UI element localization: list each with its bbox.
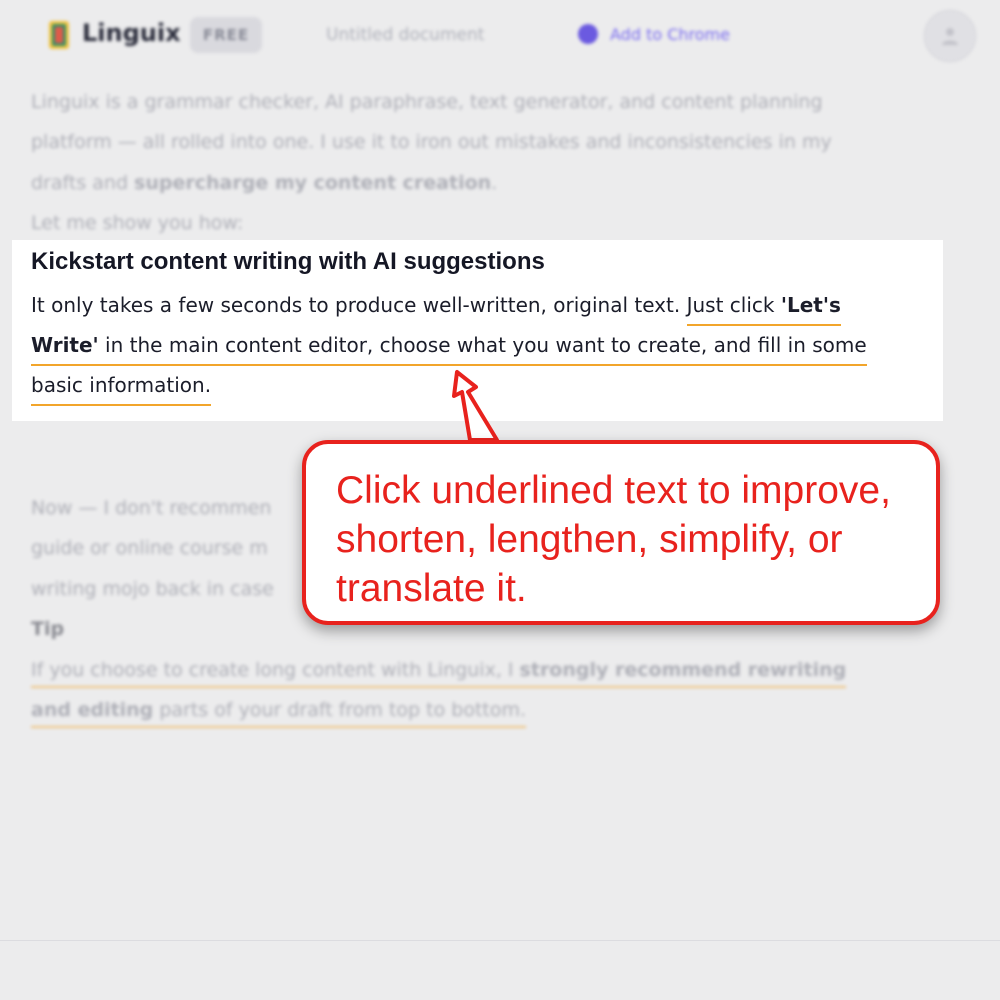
intro-text: drafts and — [31, 172, 135, 194]
tip-text: parts of your draft from top to bottom. — [153, 699, 527, 721]
intro-bold-text: supercharge my content creation — [134, 172, 492, 194]
underlined-suggestion[interactable]: Just click 'Let's — [686, 293, 841, 326]
add-to-chrome-link[interactable]: Add to Chrome — [578, 24, 730, 44]
user-avatar-button[interactable] — [924, 10, 976, 62]
tip-bold-text: and editing — [31, 699, 154, 721]
tip-line: If you choose to create long content wit… — [31, 650, 847, 690]
document-title[interactable]: Untitled document — [326, 25, 484, 45]
divider — [0, 940, 1000, 941]
app-name[interactable]: Linguix — [82, 19, 181, 47]
intro-line: Linguix is a grammar checker, AI paraphr… — [31, 91, 823, 113]
body-line: Now — I don't recommen — [31, 497, 272, 519]
callout-text: Click underlined text to improve, shorte… — [336, 469, 891, 610]
suggestion-text: Just click — [686, 293, 781, 317]
intro-line: platform — all rolled into one. I use it… — [31, 131, 832, 153]
tip-bold-text: strongly recommend rewriting — [519, 659, 847, 681]
paragraph-line: It only takes a few seconds to produce w… — [31, 293, 841, 326]
intro-line: drafts and supercharge my content creati… — [31, 163, 497, 203]
suggestion-bold-text: Write' — [31, 333, 99, 357]
body-line: writing mojo back in case — [31, 578, 274, 600]
suggestion-text: in the main content editor, choose what … — [98, 333, 867, 357]
underlined-suggestion[interactable]: If you choose to create long content wit… — [31, 659, 847, 688]
tip-label: Tip — [31, 618, 65, 640]
body-line: guide or online course m — [31, 537, 268, 559]
linguix-logo-icon[interactable] — [48, 20, 70, 50]
underlined-suggestion[interactable]: Write' in the main content editor, choos… — [31, 333, 867, 366]
section-heading: Kickstart content writing with AI sugges… — [31, 248, 545, 275]
tip-line: and editing parts of your draft from top… — [31, 690, 527, 730]
top-bar: Linguix FREE Untitled document Add to Ch… — [0, 0, 1000, 70]
tip-text: If you choose to create long content wit… — [31, 659, 520, 681]
underlined-suggestion[interactable]: and editing parts of your draft from top… — [31, 699, 527, 728]
paragraph-line: basic information. — [31, 373, 212, 406]
intro-text: . — [491, 172, 498, 194]
paragraph-text: It only takes a few seconds to produce w… — [31, 293, 687, 317]
add-to-chrome-label: Add to Chrome — [610, 24, 730, 44]
intro-line: Let me show you how: — [31, 212, 244, 234]
plan-badge: FREE — [190, 17, 262, 53]
underlined-suggestion[interactable]: basic information. — [31, 373, 212, 406]
annotation-callout: Click underlined text to improve, shorte… — [302, 440, 940, 625]
user-avatar-icon — [942, 28, 958, 45]
paragraph-line: Write' in the main content editor, choos… — [31, 333, 867, 366]
chrome-icon — [578, 24, 598, 44]
suggestion-bold-text: 'Let's — [780, 293, 841, 317]
